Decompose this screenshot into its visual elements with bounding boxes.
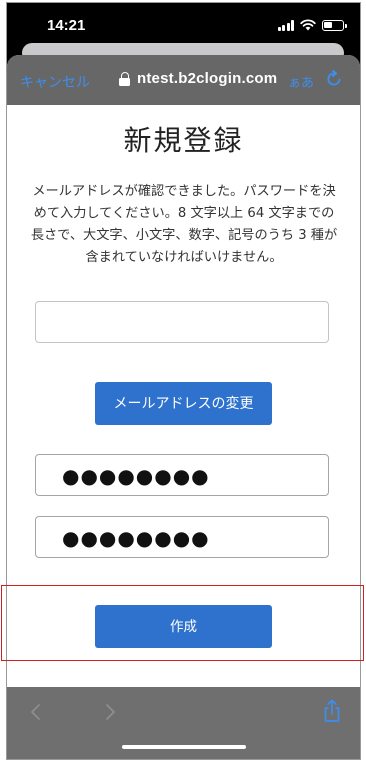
status-icons bbox=[277, 18, 347, 32]
text-size-button[interactable]: ぁあ bbox=[288, 72, 314, 91]
phone-screen: 14:21 キャンセル ntest.b2clogin.com ぁあ 新規登録 メ… bbox=[6, 2, 361, 760]
status-bar: 14:21 bbox=[7, 3, 360, 47]
confirm-password-value: ●●●●●●●● bbox=[62, 526, 210, 550]
lock-icon bbox=[119, 71, 131, 86]
share-icon[interactable] bbox=[322, 699, 342, 723]
browser-toolbar bbox=[7, 687, 360, 759]
change-email-button[interactable]: メールアドレスの変更 bbox=[95, 382, 272, 425]
address-bar[interactable]: ntest.b2clogin.com bbox=[119, 70, 277, 87]
home-indicator bbox=[122, 745, 246, 749]
wifi-icon bbox=[300, 19, 316, 31]
status-time: 14:21 bbox=[47, 17, 86, 34]
page-title: 新規登録 bbox=[123, 124, 244, 157]
password-instructions: メールアドレスが確認できました。パスワードを決めて入力してください。8 文字以上… bbox=[30, 184, 338, 265]
cellular-signal-icon bbox=[277, 19, 294, 31]
browser-sheet: キャンセル ntest.b2clogin.com ぁあ 新規登録 メールアドレス… bbox=[7, 55, 360, 759]
cancel-button[interactable]: キャンセル bbox=[20, 72, 90, 92]
reload-icon[interactable] bbox=[325, 70, 343, 88]
password-field[interactable]: ●●●●●●●● bbox=[35, 454, 329, 496]
password-value: ●●●●●●●● bbox=[62, 464, 210, 488]
chevron-left-icon[interactable] bbox=[29, 703, 43, 721]
battery-icon bbox=[322, 19, 347, 31]
browser-nav-bar: キャンセル ntest.b2clogin.com ぁあ bbox=[7, 55, 360, 105]
email-field[interactable] bbox=[35, 301, 329, 343]
create-button[interactable]: 作成 bbox=[95, 605, 272, 648]
chevron-right-icon[interactable] bbox=[103, 703, 117, 721]
confirm-password-field[interactable]: ●●●●●●●● bbox=[35, 516, 329, 558]
url-text: ntest.b2clogin.com bbox=[137, 70, 278, 87]
